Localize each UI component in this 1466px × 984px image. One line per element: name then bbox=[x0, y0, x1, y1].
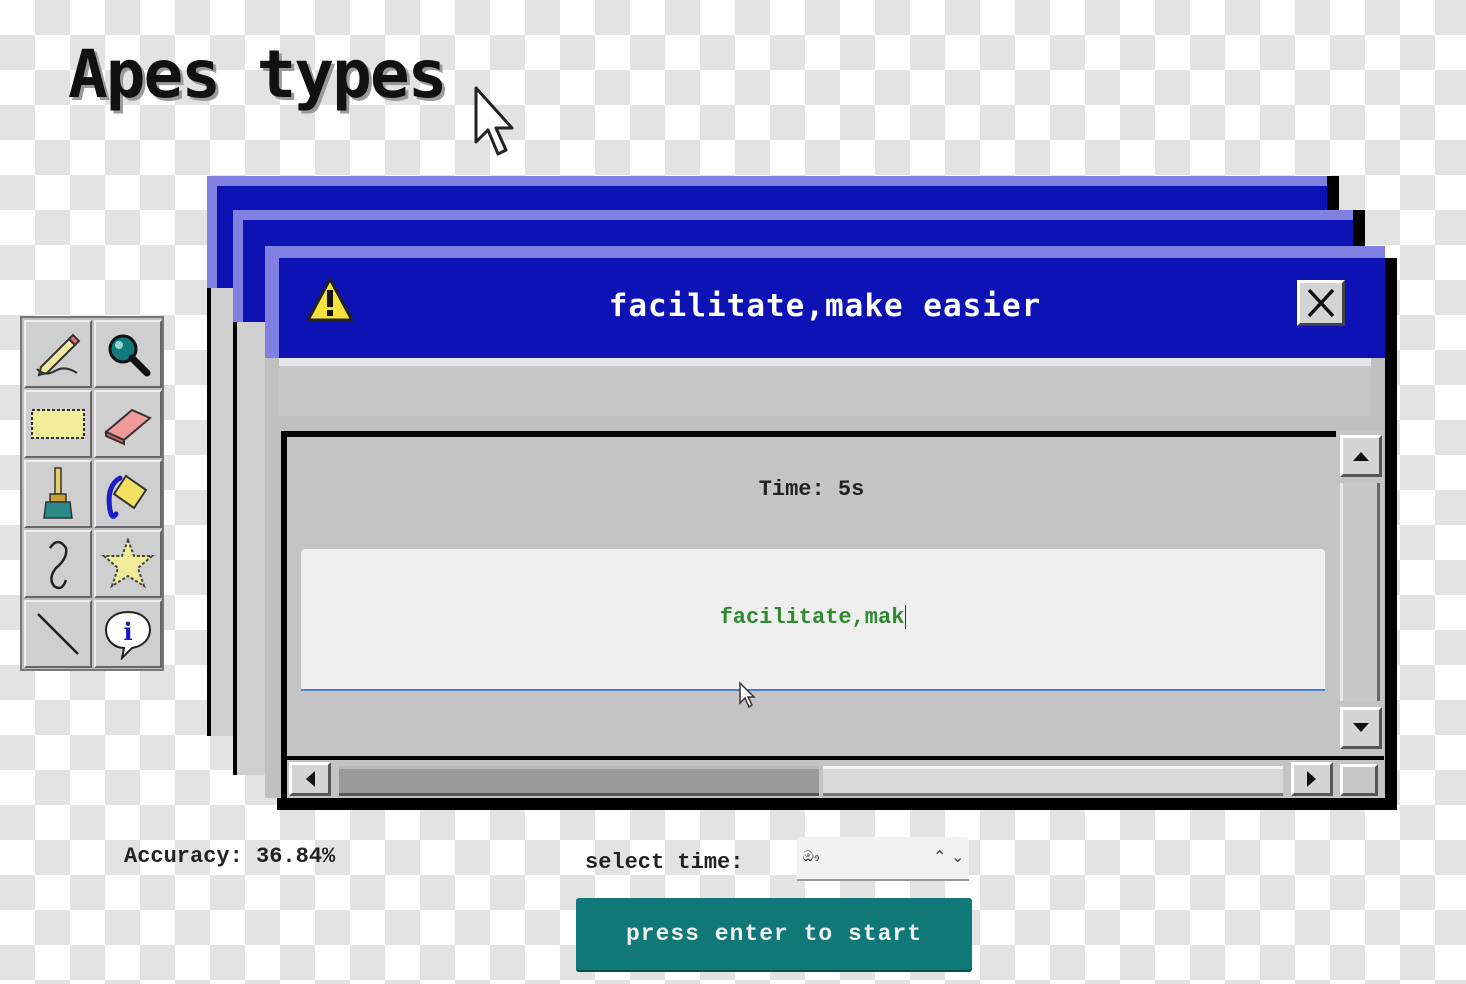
close-button[interactable] bbox=[1297, 280, 1345, 326]
time-select[interactable]: ඖ ⌃ ⌄ bbox=[797, 837, 969, 881]
text-cursor-pointer-icon bbox=[739, 681, 756, 709]
free-select-tool[interactable] bbox=[94, 530, 162, 598]
free-select-icon bbox=[101, 537, 155, 589]
fill-bucket-icon bbox=[106, 474, 148, 519]
curve-icon bbox=[48, 540, 68, 590]
rectangle-select-icon bbox=[31, 409, 85, 439]
curve-tool[interactable] bbox=[24, 530, 92, 598]
toolbox: i bbox=[20, 316, 164, 671]
typing-dialog: facilitate,make easier Time: 5s facilita… bbox=[265, 246, 1385, 798]
scroll-up-button[interactable] bbox=[1340, 435, 1382, 477]
mouse-pointer-icon bbox=[474, 86, 514, 156]
scroll-right-button[interactable] bbox=[1291, 762, 1333, 796]
horizontal-scroll-thumb[interactable] bbox=[339, 766, 819, 796]
typing-input[interactable]: facilitate,mak bbox=[301, 549, 1325, 691]
select-time-label: select time: bbox=[585, 850, 744, 875]
timer-label: Time: 5s bbox=[758, 477, 865, 502]
eraser-icon bbox=[104, 408, 152, 446]
dialog-menu-strip bbox=[279, 358, 1371, 416]
spin-up-icon[interactable]: ⌃ bbox=[933, 847, 946, 866]
pencil-icon bbox=[36, 333, 81, 377]
arrow-left-icon bbox=[306, 771, 315, 787]
rectangle-select-tool[interactable] bbox=[24, 390, 92, 458]
close-icon bbox=[1307, 288, 1335, 318]
text-caret bbox=[905, 605, 907, 630]
dialog-content: Time: 5s facilitate,mak bbox=[281, 431, 1336, 756]
horizontal-scroll-track[interactable] bbox=[823, 766, 1283, 796]
vertical-scroll-thumb[interactable] bbox=[1340, 483, 1380, 701]
spin-down-icon[interactable]: ⌄ bbox=[951, 847, 964, 866]
line-tool[interactable] bbox=[24, 600, 92, 668]
svg-text:i: i bbox=[123, 617, 132, 646]
info-tool[interactable]: i bbox=[94, 600, 162, 668]
typed-text-value: facilitate,mak bbox=[719, 605, 905, 630]
dialog-title: facilitate,make easier bbox=[608, 288, 1042, 324]
time-select-value: ඖ bbox=[803, 849, 820, 865]
magnifier-tool[interactable] bbox=[94, 320, 162, 388]
magnifier-icon bbox=[108, 334, 151, 377]
fill-bucket-tool[interactable] bbox=[94, 460, 162, 528]
scroll-left-button[interactable] bbox=[289, 762, 331, 796]
app-title: Apes types bbox=[68, 36, 447, 113]
eraser-tool[interactable] bbox=[94, 390, 162, 458]
line-icon bbox=[37, 613, 79, 655]
accuracy-label: Accuracy: 36.84% bbox=[124, 844, 336, 869]
arrow-down-icon bbox=[1353, 723, 1369, 732]
arrow-right-icon bbox=[1307, 771, 1316, 787]
horizontal-scrollbar[interactable] bbox=[281, 756, 1336, 798]
brush-icon bbox=[43, 467, 73, 519]
scrollbar-corner bbox=[1336, 756, 1384, 798]
typed-text: facilitate,mak bbox=[301, 605, 1325, 630]
dialog-title-bar: facilitate,make easier bbox=[265, 246, 1385, 358]
pencil-tool[interactable] bbox=[24, 320, 92, 388]
vertical-scrollbar[interactable] bbox=[1336, 431, 1384, 756]
scroll-down-button[interactable] bbox=[1340, 707, 1382, 749]
start-button[interactable]: press enter to start bbox=[576, 898, 972, 970]
arrow-up-icon bbox=[1353, 452, 1369, 461]
brush-tool[interactable] bbox=[24, 460, 92, 528]
info-icon: i bbox=[104, 610, 152, 660]
